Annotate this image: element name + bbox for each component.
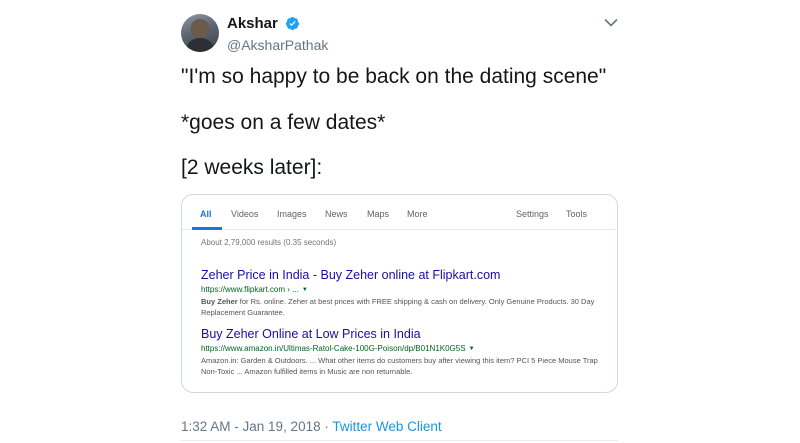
meta-separator: ·	[320, 419, 333, 434]
search-result-url-text: https://www.flipkart.com › ...	[201, 285, 299, 294]
snippet-text: for Rs. online. Zeher at best prices wit…	[201, 297, 595, 317]
tweet-text-line-2: *goes on a few dates*	[181, 111, 386, 134]
verified-badge-icon	[286, 17, 300, 31]
search-results-screenshot[interactable]: All Videos Images News Maps More Setting…	[181, 194, 618, 393]
tab-settings: Settings	[516, 209, 549, 219]
chevron-down-icon[interactable]	[604, 18, 618, 28]
tab-tools: Tools	[566, 209, 588, 219]
tab-images: Images	[277, 209, 307, 219]
search-result: Buy Zeher Online at Low Prices in India …	[201, 327, 606, 377]
search-result-url: https://www.flipkart.com › ... ▼	[201, 285, 606, 294]
tab-videos: Videos	[231, 209, 259, 219]
search-result-title: Buy Zeher Online at Low Prices in India	[201, 327, 421, 341]
search-result-title: Zeher Price in India - Buy Zeher online …	[201, 268, 501, 282]
author-block: Akshar @AksharPathak	[227, 15, 328, 53]
avatar-figure	[187, 38, 213, 52]
tweet-meta: 1:32 AM - Jan 19, 2018 · Twitter Web Cli…	[181, 419, 442, 434]
tweet-text-line-1: "I'm so happy to be back on the dating s…	[181, 65, 607, 88]
search-result-snippet: Buy Zeher for Rs. online. Zeher at best …	[201, 296, 601, 318]
source-client-link[interactable]: Twitter Web Client	[332, 419, 441, 434]
search-result: Zeher Price in India - Buy Zeher online …	[201, 268, 606, 318]
tweet-timestamp[interactable]: 1:32 AM - Jan 19, 2018	[181, 419, 321, 434]
tab-all: All	[200, 209, 212, 219]
author-handle[interactable]: @AksharPathak	[227, 37, 328, 53]
tab-more: More	[407, 209, 428, 219]
tab-maps: Maps	[367, 209, 390, 219]
active-tab-indicator	[192, 227, 222, 230]
tab-news: News	[325, 209, 348, 219]
results-stats: About 2,79,000 results (0.35 seconds)	[201, 238, 337, 247]
divider	[181, 440, 618, 441]
author-display-name[interactable]: Akshar	[227, 15, 278, 32]
search-result-url-text: https://www.amazon.in/Ultimas-Ratol-Cake…	[201, 344, 466, 353]
dropdown-caret-icon: ▼	[301, 287, 308, 293]
search-result-snippet: Amazon.in: Garden & Outdoors. ... What o…	[201, 356, 598, 376]
snippet-bold: Buy Zeher	[201, 297, 238, 306]
avatar[interactable]	[181, 14, 219, 52]
search-result-url: https://www.amazon.in/Ultimas-Ratol-Cake…	[201, 344, 606, 353]
tweet-text-line-3: [2 weeks later]:	[181, 156, 323, 179]
search-tabs-bar: All Videos Images News Maps More Setting…	[182, 195, 617, 230]
tweet: Akshar @AksharPathak "I'm so happy to be…	[0, 0, 800, 443]
dropdown-caret-icon: ▼	[468, 346, 475, 352]
